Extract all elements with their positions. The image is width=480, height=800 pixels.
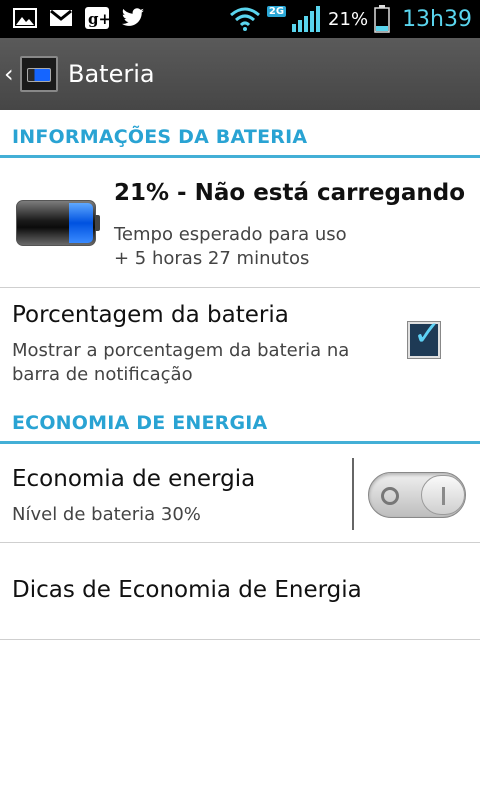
gmail-icon xyxy=(48,6,74,30)
battery-status-text: 21% - Não está carregando xyxy=(114,180,466,206)
expected-time-label: Tempo esperado para uso xyxy=(114,224,347,245)
setting-title: Porcentagem da bateria xyxy=(12,302,289,328)
section-divider xyxy=(0,155,480,158)
network-type-badge: 2G xyxy=(266,5,287,17)
back-chevron-icon[interactable]: ‹ xyxy=(4,60,14,88)
energy-saving-tips-item[interactable]: Dicas de Economia de Energia xyxy=(0,543,480,639)
check-mark-icon: ✓ xyxy=(413,314,442,354)
section-header-battery-info: INFORMAÇÕES DA BATERIA xyxy=(12,126,308,148)
svg-text:g+: g+ xyxy=(88,10,109,28)
expected-time-value: + 5 horas 27 minutos xyxy=(114,248,310,269)
action-bar: ‹ Bateria xyxy=(0,38,480,110)
page-title: Bateria xyxy=(68,60,155,88)
vertical-separator xyxy=(352,458,354,530)
battery-percent-text: 21% xyxy=(328,8,369,30)
battery-level-icon xyxy=(16,200,100,246)
signal-icon xyxy=(292,6,321,32)
status-bar: g+ 2G 21% 13h39 xyxy=(0,0,480,38)
google-plus-icon: g+ xyxy=(84,6,110,30)
twitter-icon xyxy=(120,6,146,30)
off-indicator-icon xyxy=(381,487,399,505)
status-indicators: 2G 21% 13h39 xyxy=(229,4,472,34)
power-saving-title: Economia de energia xyxy=(12,466,256,492)
tips-title: Dicas de Economia de Energia xyxy=(12,577,362,603)
setting-description: Mostrar a porcentagem da bateria na xyxy=(12,340,350,361)
battery-percentage-checkbox[interactable]: ✓ xyxy=(407,314,442,359)
divider xyxy=(0,639,480,640)
toggle-knob[interactable] xyxy=(421,475,465,515)
notification-icons: g+ xyxy=(12,6,146,30)
battery-icon xyxy=(374,5,390,33)
power-saving-setting[interactable]: Economia de energia Nível de bateria 30% xyxy=(0,444,350,542)
image-icon xyxy=(12,6,38,30)
power-saving-toggle[interactable] xyxy=(368,472,466,518)
power-saving-subtitle: Nível de bateria 30% xyxy=(12,504,201,525)
section-header-energy-saving: ECONOMIA DE ENERGIA xyxy=(12,412,268,434)
wifi-icon xyxy=(229,7,260,31)
battery-app-icon[interactable] xyxy=(20,56,58,92)
setting-description-cont: barra de notificação xyxy=(12,364,193,385)
clock: 13h39 xyxy=(402,6,472,32)
